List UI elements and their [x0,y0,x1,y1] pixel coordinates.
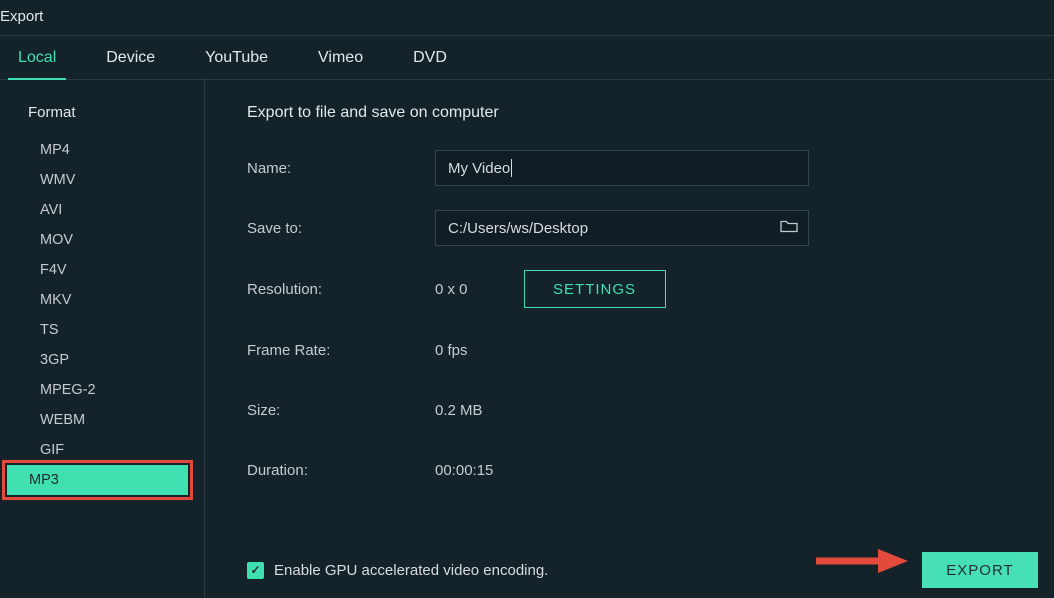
gpu-checkbox[interactable]: ✓ Enable GPU accelerated video encoding. [247,562,548,579]
tab-dvd[interactable]: DVD [413,36,447,79]
annotation-arrow-icon [812,546,908,576]
format-sidebar: Format MP4 WMV AVI MOV F4V MKV TS 3GP MP… [0,78,205,598]
format-mov[interactable]: MOV [12,225,192,255]
resolution-label: Resolution: [247,281,435,298]
format-header: Format [0,96,204,129]
settings-button[interactable]: SETTINGS [524,270,666,308]
tab-local[interactable]: Local [18,36,56,79]
text-caret [511,159,512,177]
duration-value: 00:00:15 [435,462,493,479]
name-label: Name: [247,160,435,177]
duration-label: Duration: [247,462,435,479]
export-button[interactable]: EXPORT [922,552,1038,588]
format-mp3[interactable]: MP3 [7,465,188,495]
name-input[interactable]: My Video [435,150,809,186]
folder-icon[interactable] [780,219,798,237]
size-label: Size: [247,402,435,419]
format-avi[interactable]: AVI [12,195,192,225]
save-to-value: C:/Users/ws/Desktop [448,220,588,237]
format-mkv[interactable]: MKV [12,285,192,315]
checkbox-checked-icon: ✓ [247,562,264,579]
save-to-input[interactable]: C:/Users/ws/Desktop [435,210,809,246]
format-wmv[interactable]: WMV [12,165,192,195]
format-ts[interactable]: TS [12,315,192,345]
name-input-value: My Video [448,160,510,177]
export-main-panel: Export to file and save on computer Name… [205,78,1054,598]
format-gif[interactable]: GIF [12,435,192,465]
format-mpeg2[interactable]: MPEG-2 [12,375,192,405]
format-mp4[interactable]: MP4 [12,135,192,165]
format-webm[interactable]: WEBM [12,405,192,435]
export-tabs: Local Device YouTube Vimeo DVD [0,36,1054,80]
resolution-value: 0 x 0 [435,281,468,298]
export-heading: Export to file and save on computer [247,104,1014,122]
format-f4v[interactable]: F4V [12,255,192,285]
tab-device[interactable]: Device [106,36,155,79]
framerate-value: 0 fps [435,342,468,359]
format-3gp[interactable]: 3GP [12,345,192,375]
framerate-label: Frame Rate: [247,342,435,359]
tab-youtube[interactable]: YouTube [205,36,268,79]
window-title: Export [0,0,1054,36]
size-value: 0.2 MB [435,402,483,419]
gpu-checkbox-label: Enable GPU accelerated video encoding. [274,562,548,579]
format-list: MP4 WMV AVI MOV F4V MKV TS 3GP MPEG-2 WE… [0,129,204,495]
save-to-label: Save to: [247,220,435,237]
tab-vimeo[interactable]: Vimeo [318,36,363,79]
